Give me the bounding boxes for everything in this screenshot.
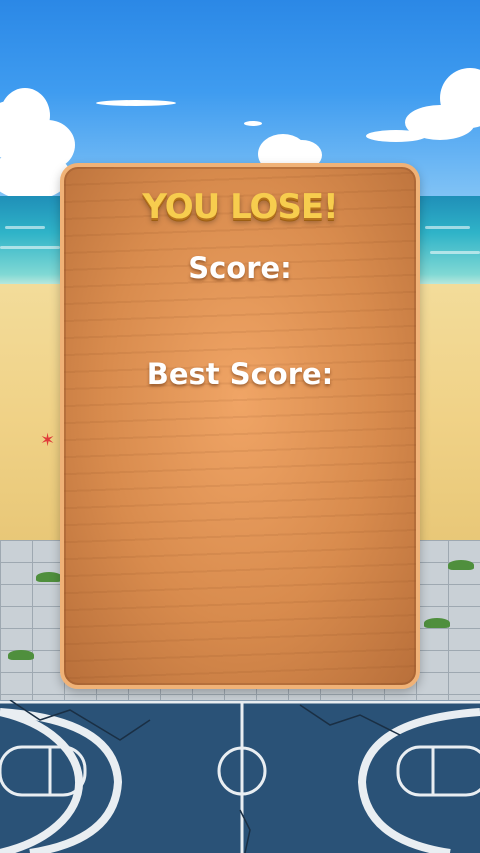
cloud [96, 100, 176, 106]
score-label: Score: [188, 251, 292, 285]
grass-tuft [424, 618, 450, 628]
wave [425, 226, 470, 229]
basketball-court [0, 700, 480, 853]
cloud [244, 121, 262, 126]
wave [430, 251, 480, 254]
wave [5, 226, 45, 229]
game-over-panel: YOU LOSE! Score: Best Score: [60, 163, 420, 689]
starfish-icon: ✶ [40, 430, 56, 451]
wave [0, 246, 60, 249]
grass-tuft [36, 572, 62, 582]
grass-tuft [448, 560, 474, 570]
game-over-title: YOU LOSE! [142, 187, 338, 227]
grass-tuft [8, 650, 34, 660]
best-score-label: Best Score: [146, 357, 334, 391]
cloud [366, 130, 426, 142]
court-lines [0, 700, 480, 853]
